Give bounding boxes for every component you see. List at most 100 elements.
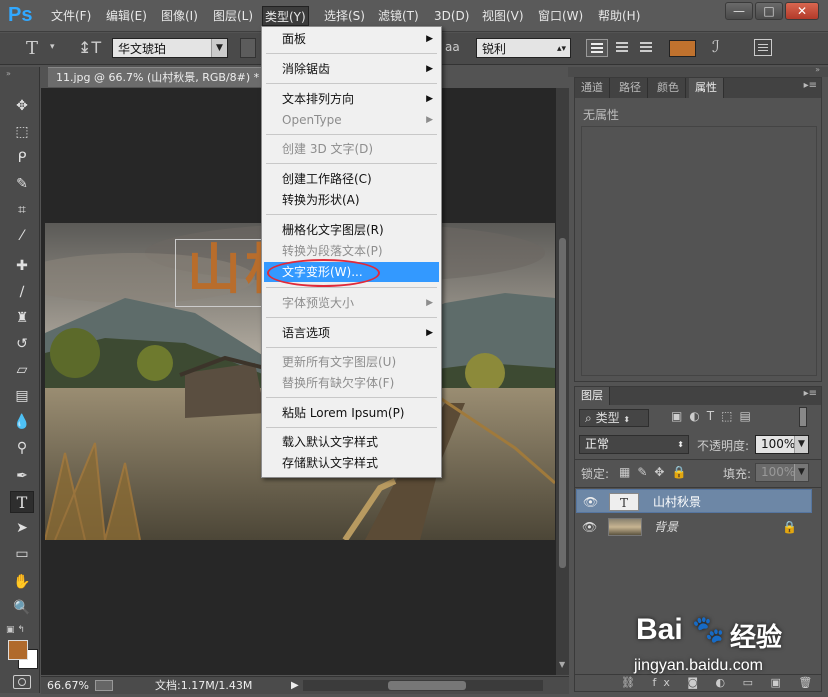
rectangle-tool-icon[interactable]: ▭ — [10, 543, 34, 565]
menu-filter[interactable]: 滤镜(T) — [376, 6, 421, 26]
collapse-icon[interactable]: » — [6, 69, 11, 78]
menu-item-convert-to-paragraph[interactable]: 转换为段落文本(P) — [264, 241, 439, 261]
history-brush-tool-icon[interactable]: ↺ — [10, 333, 34, 355]
close-button[interactable]: ✕ — [785, 2, 819, 20]
chevron-down-icon[interactable]: ▾ — [50, 42, 55, 52]
scrollbar-thumb[interactable] — [388, 681, 466, 690]
menu-item-language-options[interactable]: 语言选项 ▶ — [264, 323, 439, 343]
menu-item-antialias[interactable]: 消除锯齿 ▶ — [264, 59, 439, 79]
menu-item-update-all-text-layers[interactable]: 更新所有文字图层(U) — [264, 352, 439, 372]
menu-view[interactable]: 视图(V) — [480, 6, 526, 26]
blend-mode-select[interactable]: 正常 ⬍ — [579, 435, 689, 454]
opacity-input[interactable]: 100% ▼ — [755, 435, 809, 454]
default-colors-icon[interactable]: ▣ ↰ — [6, 625, 25, 635]
menu-item-save-default-type-styles[interactable]: 存储默认文字样式 — [264, 453, 439, 473]
scroll-down-icon[interactable]: ▼ — [559, 660, 565, 669]
menu-item-load-default-type-styles[interactable]: 载入默认文字样式 — [264, 432, 439, 452]
menu-item-rasterize-type[interactable]: 栅格化文字图层(R) — [264, 220, 439, 240]
layer-filter-select[interactable]: ⌕ 类型 ⬍ — [579, 409, 649, 427]
dodge-tool-icon[interactable]: ⚲ — [10, 437, 34, 459]
quick-selection-tool-icon[interactable]: ✎ — [10, 173, 34, 195]
zoom-level[interactable]: 66.67% — [47, 677, 89, 694]
pen-tool-icon[interactable]: ✒ — [10, 465, 34, 487]
align-left-button[interactable] — [586, 39, 608, 57]
menu-layer[interactable]: 图层(L) — [211, 6, 255, 26]
text-color-swatch[interactable] — [669, 40, 696, 57]
font-style-select[interactable] — [240, 38, 256, 58]
align-right-button[interactable] — [636, 39, 656, 57]
menu-separator — [266, 83, 437, 84]
blur-tool-icon[interactable]: 💧 — [10, 411, 34, 433]
type-tool-icon[interactable]: T — [26, 38, 38, 59]
fill-input[interactable]: 100% ▼ — [755, 463, 809, 482]
character-panel-icon[interactable] — [754, 39, 772, 56]
menu-item-create-3d-text[interactable]: 创建 3D 文字(D) — [264, 139, 439, 159]
minimize-button[interactable]: — — [725, 2, 753, 20]
menu-select[interactable]: 选择(S) — [322, 6, 367, 26]
menu-item-panels[interactable]: 面板 ▶ — [264, 29, 439, 49]
layer-row-background[interactable]: 👁 背景 🔒 — [576, 515, 812, 539]
tab-layers[interactable]: 图层 — [575, 387, 610, 405]
toggle-orientation-icon[interactable]: ↨T — [78, 38, 101, 57]
menu-item-replace-missing-fonts[interactable]: 替换所有缺欠字体(F) — [264, 373, 439, 393]
lock-icons[interactable]: ▦✎✥🔒 — [619, 465, 693, 479]
clone-stamp-tool-icon[interactable]: ♜ — [10, 307, 34, 329]
status-menu-arrow-icon[interactable]: ▶ — [291, 677, 299, 694]
marquee-tool-icon[interactable]: ⬚ — [10, 121, 34, 143]
vertical-scrollbar[interactable]: ▼ — [556, 88, 569, 675]
menu-image[interactable]: 图像(I) — [159, 6, 200, 26]
path-selection-tool-icon[interactable]: ➤ — [10, 517, 34, 539]
menu-edit[interactable]: 编辑(E) — [104, 6, 149, 26]
eyedropper-tool-icon[interactable]: ⁄ — [10, 225, 34, 247]
document-tab[interactable]: 11.jpg @ 66.7% (山村秋景, RGB/8#) * — [48, 67, 288, 87]
panel-menu-icon[interactable]: ▸≡ — [804, 80, 817, 91]
align-center-button[interactable] — [612, 39, 632, 57]
tab-paths[interactable]: 路径 — [613, 78, 648, 98]
status-icon[interactable] — [95, 680, 113, 691]
menu-item-paste-lorem-ipsum[interactable]: 粘贴 Lorem Ipsum(P) — [264, 403, 439, 423]
brush-tool-icon[interactable]: ∕ — [10, 281, 34, 303]
collapse-icon[interactable]: » — [815, 65, 820, 74]
zoom-tool-icon[interactable]: 🔍 — [10, 597, 34, 619]
eraser-tool-icon[interactable]: ▱ — [10, 359, 34, 381]
layer-name[interactable]: 山村秋景 — [653, 490, 701, 514]
tab-color[interactable]: 颜色 — [651, 78, 686, 98]
move-tool-icon[interactable]: ✥ — [10, 95, 34, 117]
menu-item-orientation[interactable]: 文本排列方向 ▶ — [264, 89, 439, 109]
healing-brush-tool-icon[interactable]: ✚ — [10, 255, 34, 277]
font-family-select[interactable]: 华文琥珀 ▼ — [112, 38, 228, 58]
tab-channels[interactable]: 通道 — [575, 78, 610, 98]
menu-item-convert-to-shape[interactable]: 转换为形状(A) — [264, 190, 439, 210]
layer-row-text[interactable]: 👁 T 山村秋景 — [576, 489, 812, 513]
quick-mask-icon[interactable] — [13, 675, 31, 689]
layer-filter-icons[interactable]: ▣◐T⬚▤ — [671, 409, 758, 423]
menu-item-create-work-path[interactable]: 创建工作路径(C) — [264, 169, 439, 189]
horizontal-scrollbar[interactable] — [303, 680, 543, 691]
warp-text-icon[interactable]: ℐ — [712, 37, 720, 56]
lock-label: 锁定: — [581, 467, 610, 481]
type-tool-icon[interactable]: T — [10, 491, 34, 513]
watermark-brand-jingyan: 经验 — [730, 623, 783, 653]
menu-3d[interactable]: 3D(D) — [432, 6, 471, 26]
properties-empty-text: 无属性 — [583, 108, 620, 122]
antialias-select[interactable]: 锐利 ▴▾ — [476, 38, 571, 58]
crop-tool-icon[interactable]: ⌗ — [10, 199, 34, 221]
menu-help[interactable]: 帮助(H) — [596, 6, 642, 26]
menu-item-opentype[interactable]: OpenType ▶ — [264, 110, 439, 130]
scrollbar-thumb[interactable] — [559, 238, 566, 568]
hand-tool-icon[interactable]: ✋ — [10, 571, 34, 593]
menu-item-font-preview-size[interactable]: 字体预览大小 ▶ — [264, 293, 439, 313]
layer-name[interactable]: 背景 — [654, 515, 678, 539]
gradient-tool-icon[interactable]: ▤ — [10, 385, 34, 407]
menu-file[interactable]: 文件(F) — [49, 6, 93, 26]
menu-type[interactable]: 类型(Y) — [262, 6, 309, 26]
filter-toggle[interactable] — [799, 407, 807, 427]
panel-menu-icon[interactable]: ▸≡ — [804, 388, 817, 399]
visibility-eye-icon[interactable]: 👁 — [583, 490, 598, 514]
lasso-tool-icon[interactable]: ᑭ — [10, 147, 34, 169]
menu-window[interactable]: 窗口(W) — [536, 6, 585, 26]
tab-properties[interactable]: 属性 — [689, 78, 724, 98]
foreground-color-swatch[interactable] — [8, 640, 28, 660]
visibility-eye-icon[interactable]: 👁 — [582, 515, 597, 539]
restore-button[interactable]: □ — [755, 2, 783, 20]
